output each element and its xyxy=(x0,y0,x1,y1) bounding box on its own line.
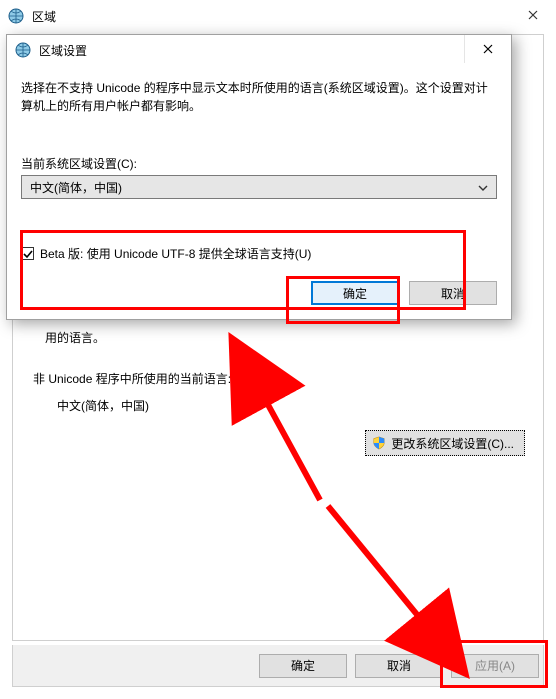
modal-cancel-label: 取消 xyxy=(441,285,465,302)
non-unicode-label: 非 Unicode 程序中所使用的当前语言: xyxy=(33,370,231,387)
modal-title-bar: 区域设置 xyxy=(7,35,511,65)
parent-ok-label: 确定 xyxy=(291,657,315,674)
parent-apply-button[interactable]: 应用(A) xyxy=(451,654,539,678)
uac-shield-icon xyxy=(372,436,386,450)
modal-button-row: 确定 取消 xyxy=(311,281,497,305)
parent-title-bar: 区域 xyxy=(0,0,556,32)
modal-description: 选择在不支持 Unicode 的程序中显示文本时所使用的语言(系统区域设置)。这… xyxy=(21,79,497,115)
system-locale-label: 当前系统区域设置(C): xyxy=(21,155,137,172)
parent-apply-label: 应用(A) xyxy=(475,657,515,674)
chevron-down-icon xyxy=(478,182,488,192)
parent-ok-button[interactable]: 确定 xyxy=(259,654,347,678)
parent-close-button[interactable] xyxy=(510,0,556,30)
globe-icon xyxy=(15,42,31,58)
parent-button-row: 确定 取消 应用(A) xyxy=(12,645,544,687)
change-system-locale-label: 更改系统区域设置(C)... xyxy=(391,435,514,452)
beta-utf8-label: Beta 版: 使用 Unicode UTF-8 提供全球语言支持(U) xyxy=(40,245,311,262)
modal-close-button[interactable] xyxy=(464,35,511,63)
parent-truncated-text: 用的语言。 xyxy=(45,329,105,346)
current-language-value: 中文(简体，中国) xyxy=(57,397,149,414)
beta-utf8-option[interactable]: Beta 版: 使用 Unicode UTF-8 提供全球语言支持(U) xyxy=(21,245,311,262)
parent-cancel-label: 取消 xyxy=(387,657,411,674)
beta-utf8-checkbox[interactable] xyxy=(21,247,34,260)
modal-title: 区域设置 xyxy=(39,42,87,59)
change-system-locale-button[interactable]: 更改系统区域设置(C)... xyxy=(365,430,525,456)
parent-window-title: 区域 xyxy=(32,8,56,25)
globe-icon xyxy=(8,8,24,24)
check-icon xyxy=(23,249,33,259)
system-locale-combobox[interactable]: 中文(简体，中国) xyxy=(21,175,497,199)
close-icon xyxy=(528,10,538,20)
close-icon xyxy=(483,44,493,54)
parent-cancel-button[interactable]: 取消 xyxy=(355,654,443,678)
modal-ok-button[interactable]: 确定 xyxy=(311,281,399,305)
region-settings-dialog: 区域设置 选择在不支持 Unicode 的程序中显示文本时所使用的语言(系统区域… xyxy=(6,34,512,320)
modal-ok-label: 确定 xyxy=(343,285,367,302)
system-locale-value: 中文(简体，中国) xyxy=(30,179,122,196)
modal-cancel-button[interactable]: 取消 xyxy=(409,281,497,305)
